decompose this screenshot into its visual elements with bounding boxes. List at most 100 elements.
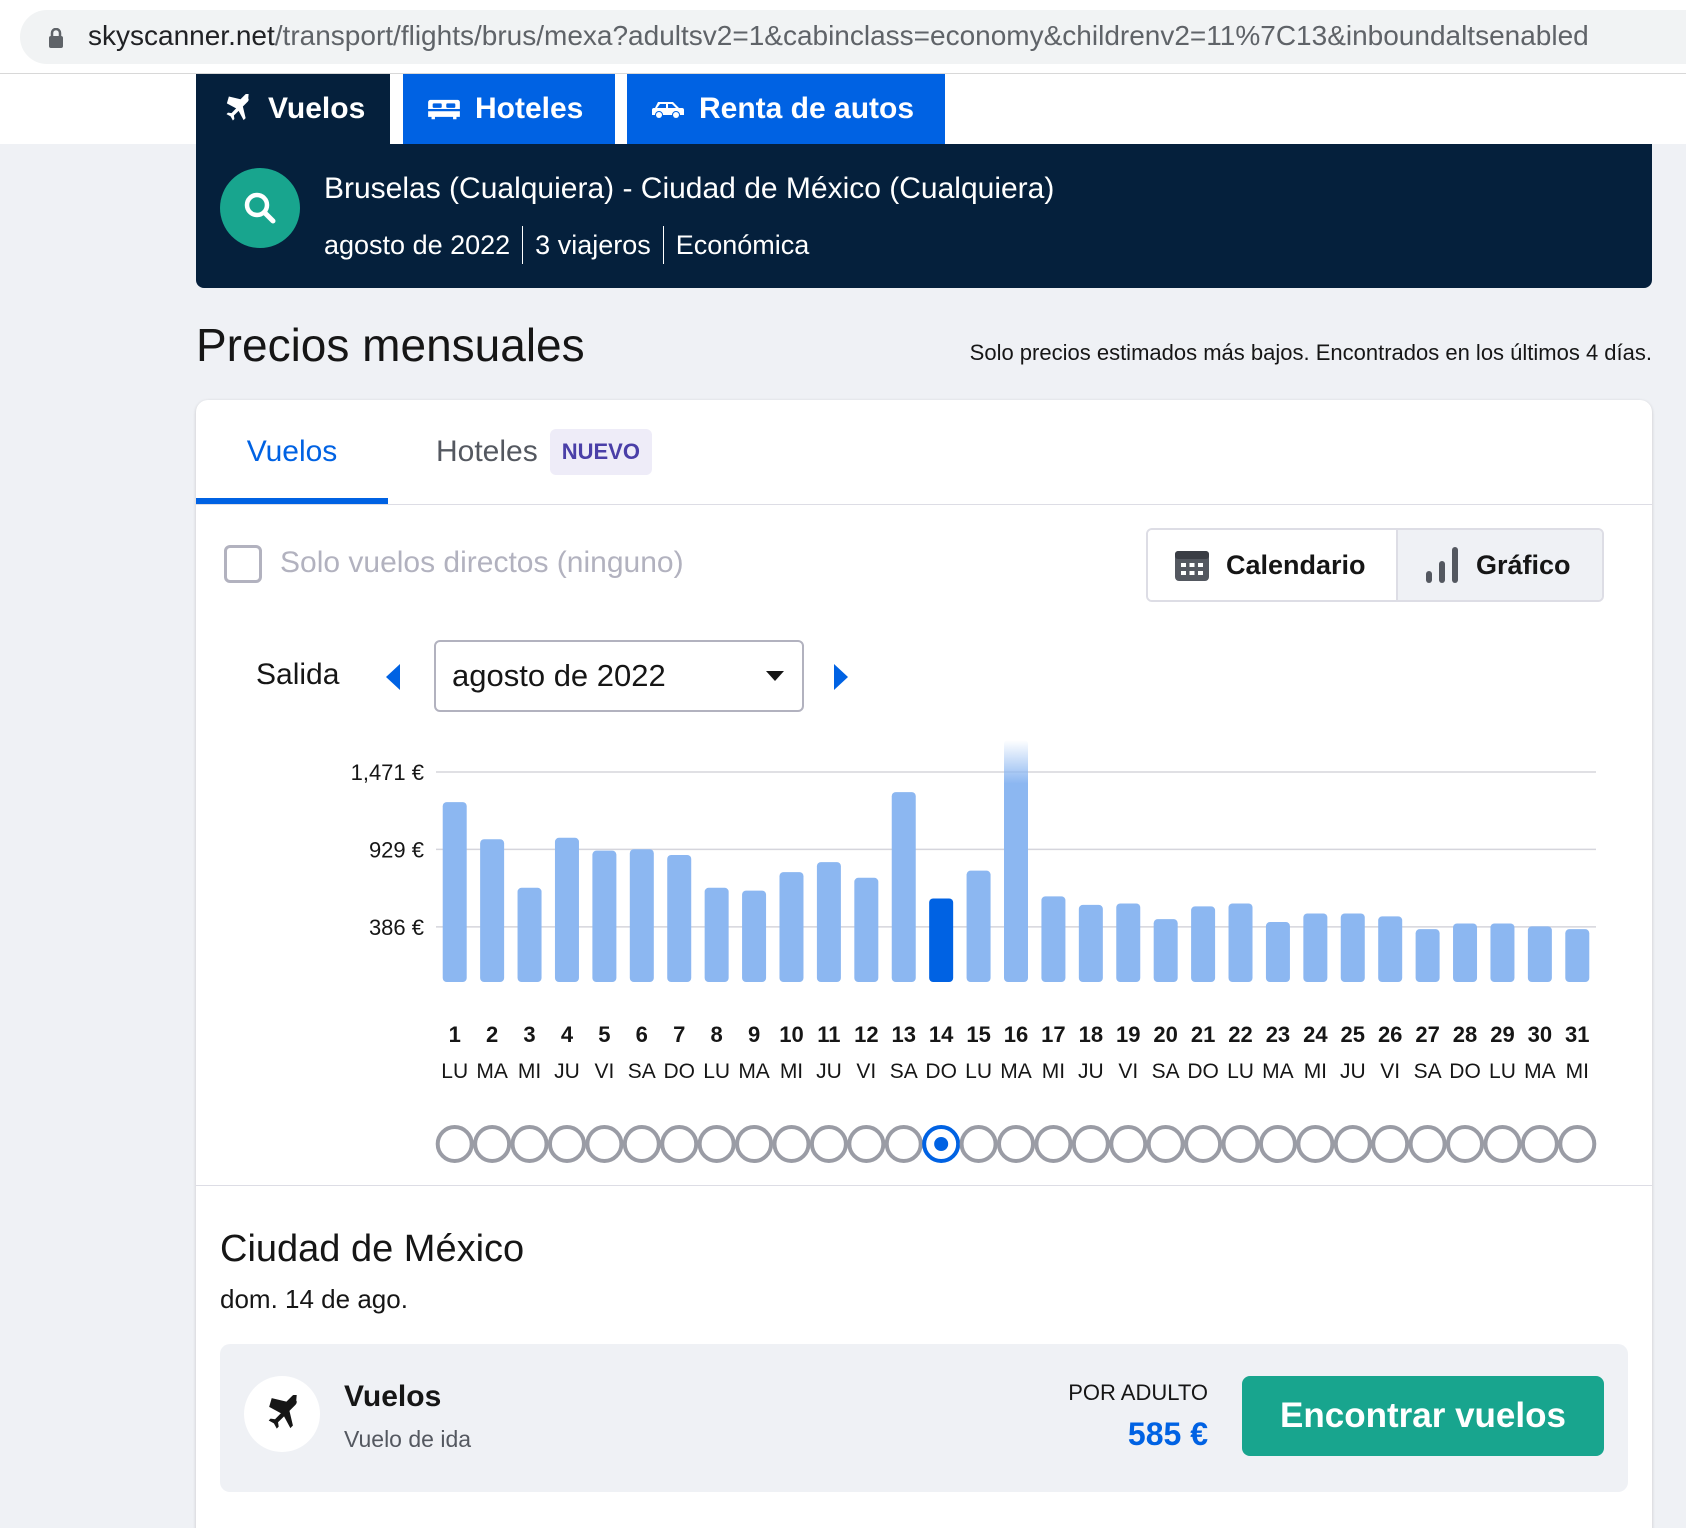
day-radio[interactable] <box>1071 1125 1110 1163</box>
price-bar[interactable] <box>1415 929 1440 982</box>
price-bar[interactable] <box>1116 903 1141 982</box>
day-radio[interactable] <box>1296 1125 1335 1163</box>
calendar-view-button[interactable]: Calendario <box>1148 530 1398 600</box>
direct-only-label[interactable]: Solo vuelos directos (ninguno) <box>280 546 684 580</box>
price-bar[interactable] <box>929 898 954 982</box>
day-label: 11 <box>817 1022 840 1047</box>
flight-result-row[interactable]: Vuelos Vuelo de ida POR ADULTO 585 € Enc… <box>220 1344 1628 1492</box>
day-radio[interactable] <box>1034 1125 1073 1163</box>
day-radio[interactable] <box>1483 1125 1522 1163</box>
day-label: 2 <box>486 1022 498 1047</box>
route-text: Bruselas (Cualquiera) - Ciudad de México… <box>324 172 1055 205</box>
price-bar[interactable] <box>854 877 879 982</box>
price-bar[interactable] <box>1453 923 1478 982</box>
chart-view-button[interactable]: Gráfico <box>1398 530 1602 600</box>
weekday-label: JU <box>816 1060 842 1083</box>
price-bar[interactable] <box>517 887 542 982</box>
day-label: 24 <box>1303 1022 1328 1047</box>
find-flights-button[interactable]: Encontrar vuelos <box>1242 1376 1604 1456</box>
day-radio[interactable] <box>510 1125 549 1163</box>
price-note: Solo precios estimados más bajos. Encont… <box>969 340 1652 365</box>
tab-vuelos[interactable]: Vuelos <box>196 74 390 144</box>
day-radio[interactable] <box>959 1125 998 1163</box>
day-label: 4 <box>561 1022 574 1047</box>
weekday-label: DO <box>1449 1060 1481 1083</box>
car-icon <box>652 102 684 118</box>
day-label: 23 <box>1266 1022 1290 1047</box>
day-radio[interactable] <box>1333 1125 1372 1163</box>
day-radio[interactable] <box>1221 1125 1260 1163</box>
price-bar[interactable] <box>480 839 505 982</box>
search-button[interactable] <box>220 168 300 248</box>
weekday-label: VI <box>1118 1060 1138 1083</box>
weekday-label: DO <box>1187 1060 1219 1083</box>
day-radio[interactable] <box>1520 1125 1559 1163</box>
day-radio[interactable] <box>809 1125 848 1163</box>
search-icon <box>244 192 276 224</box>
day-radio[interactable] <box>473 1125 512 1163</box>
day-radio[interactable] <box>622 1125 661 1163</box>
day-label: 25 <box>1341 1022 1365 1047</box>
price-bar[interactable] <box>1265 922 1290 982</box>
day-radio[interactable] <box>772 1125 811 1163</box>
price-bar[interactable] <box>1565 929 1590 982</box>
next-month-arrow[interactable] <box>832 662 852 692</box>
price-bar[interactable] <box>592 850 617 982</box>
url-text[interactable]: skyscanner.net/transport/flights/brus/me… <box>88 20 1589 52</box>
day-label: 10 <box>779 1022 803 1047</box>
search-summary[interactable]: Bruselas (Cualquiera) - Ciudad de México… <box>196 144 1652 288</box>
price-bar[interactable] <box>442 802 467 982</box>
price-bar[interactable] <box>1041 896 1066 982</box>
tab-hoteles[interactable]: Hoteles <box>403 74 615 144</box>
price-bar[interactable] <box>1004 740 1028 982</box>
price-bar[interactable] <box>1490 923 1515 982</box>
y-tick-label: 1,471 € <box>351 760 424 785</box>
day-radio[interactable] <box>1408 1125 1447 1163</box>
card-tab-hoteles[interactable]: Hoteles NUEVO <box>436 400 652 504</box>
day-label: 13 <box>891 1022 915 1047</box>
weekday-label: JU <box>1078 1060 1104 1083</box>
day-radio[interactable] <box>697 1125 736 1163</box>
day-radio[interactable] <box>585 1125 624 1163</box>
price-bar[interactable] <box>891 792 916 982</box>
price-bar[interactable] <box>966 870 991 982</box>
price-bar[interactable] <box>1153 919 1178 982</box>
weekday-label: MI <box>780 1060 803 1083</box>
day-radio[interactable] <box>1558 1125 1597 1163</box>
price-bar[interactable] <box>742 890 767 982</box>
day-radio[interactable] <box>1371 1125 1410 1163</box>
price-bar[interactable] <box>629 849 654 982</box>
day-radio[interactable] <box>847 1125 886 1163</box>
day-radio[interactable] <box>1184 1125 1223 1163</box>
price-bar[interactable] <box>1191 906 1216 982</box>
day-radio[interactable] <box>435 1125 474 1163</box>
price-bar[interactable] <box>1303 913 1328 982</box>
day-radio[interactable] <box>1109 1125 1148 1163</box>
price-bar[interactable] <box>779 872 804 982</box>
price-bar[interactable] <box>704 887 729 982</box>
browser-url-bar[interactable]: skyscanner.net/transport/flights/brus/me… <box>0 0 1686 74</box>
day-radio[interactable] <box>884 1125 923 1163</box>
tab-renta-autos[interactable]: Renta de autos <box>627 74 945 144</box>
day-radio[interactable] <box>997 1125 1035 1163</box>
price-bar[interactable] <box>1378 916 1403 982</box>
price-bar[interactable] <box>554 837 579 982</box>
weekday-label: SA <box>1414 1060 1442 1083</box>
day-radio[interactable] <box>1446 1125 1485 1163</box>
day-radio[interactable] <box>660 1125 699 1163</box>
price-bar[interactable] <box>1527 926 1552 982</box>
search-meta: agosto de 2022 3 viajeros Económica <box>324 226 809 264</box>
price-bar[interactable] <box>1228 903 1253 982</box>
day-radio[interactable] <box>1258 1125 1297 1163</box>
day-radio[interactable] <box>735 1125 774 1163</box>
prev-month-arrow[interactable] <box>382 662 402 692</box>
card-tab-vuelos[interactable]: Vuelos <box>196 400 388 504</box>
price-bar[interactable] <box>1078 904 1103 982</box>
day-radio[interactable] <box>1146 1125 1185 1163</box>
direct-only-checkbox[interactable] <box>224 545 262 583</box>
price-bar[interactable] <box>667 854 692 982</box>
day-radio[interactable] <box>547 1125 586 1163</box>
y-tick-label: 929 € <box>369 837 424 862</box>
price-bar[interactable] <box>816 862 841 982</box>
price-bar[interactable] <box>1340 913 1365 982</box>
